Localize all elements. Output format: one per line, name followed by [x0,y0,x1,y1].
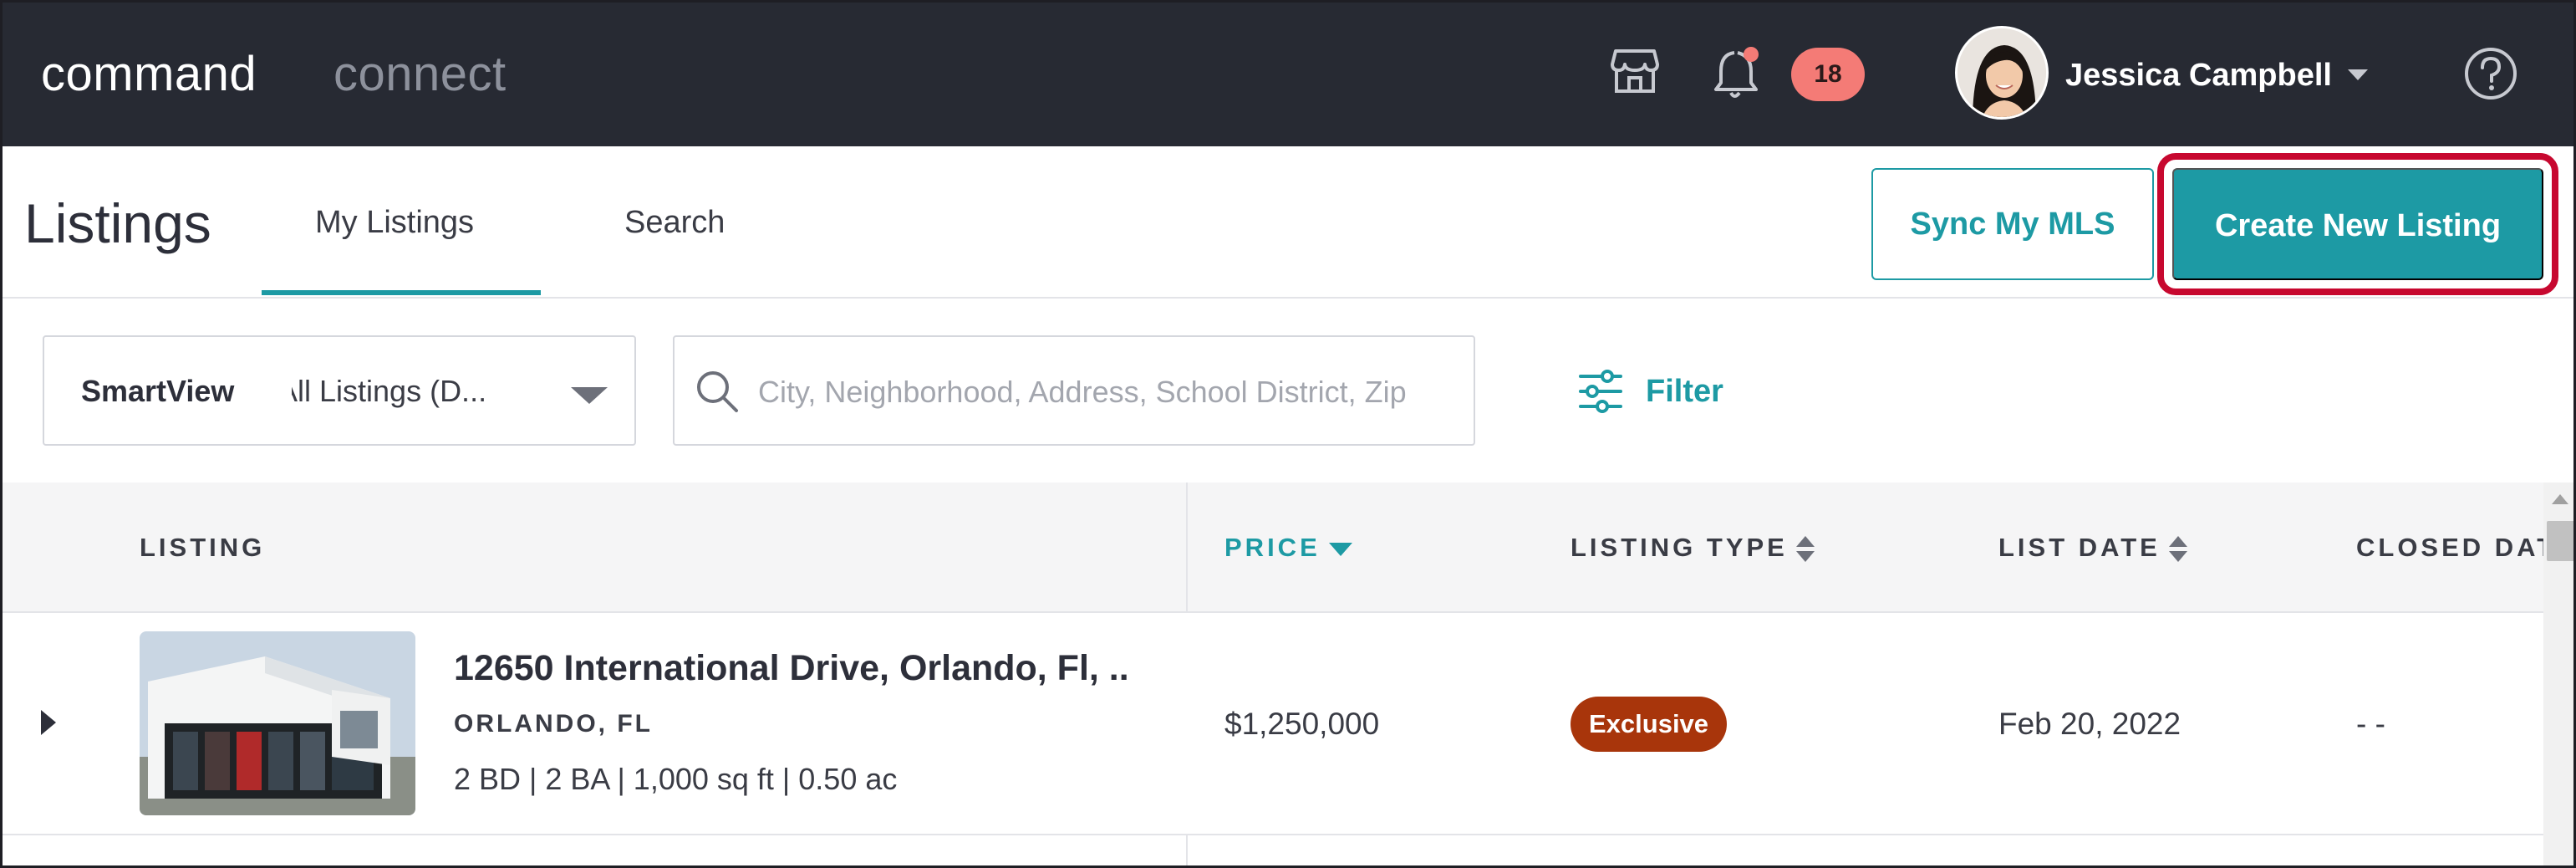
sort-icon[interactable] [1795,534,1815,564]
smartview-selected-text: All Listings (D... [292,374,487,408]
filter-button[interactable]: Filter [1577,364,1723,419]
search-icon [697,371,738,412]
table-row[interactable]: 12650 International Drive, Orlando, Fl, … [3,613,2543,835]
listing-price: $1,250,000 [1224,707,1380,741]
column-header-listing-type[interactable]: LISTING TYPE [1571,533,1815,564]
bell-icon[interactable] [1711,44,1764,101]
column-header-price[interactable]: PRICE [1224,533,1352,563]
listing-city: ORLANDO, FL [454,710,653,738]
active-tab-indicator [262,290,541,295]
app-window: command connect 18 Jessica Campbell List… [0,0,2576,868]
listing-list-date: Feb 20, 2022 [1998,707,2181,741]
search-input[interactable] [758,360,1474,424]
notification-count-badge[interactable]: 18 [1791,48,1865,101]
scrollbar-thumb[interactable] [2547,521,2573,561]
smartview-label: SmartView [81,374,235,408]
scroll-up-arrow-icon[interactable] [2552,494,2568,504]
column-header-listing: LISTING [140,533,266,562]
column-header-list-date-label: LIST DATE [1998,533,2161,562]
chevron-down-icon[interactable] [2348,69,2368,80]
tab-search[interactable]: Search [624,205,725,241]
top-navigation-bar: command connect 18 Jessica Campbell [3,3,2573,146]
create-new-listing-button[interactable]: Create New Listing [2172,168,2543,280]
chevron-down-icon[interactable] [571,387,608,404]
listing-type-badge: Exclusive [1571,697,1728,752]
page-title: Listings [24,192,211,254]
listing-photo [140,631,415,815]
listings-header: Listings My Listings Search Sync My MLS … [3,146,2573,299]
brand-command-link[interactable]: command [41,46,257,102]
avatar[interactable] [1955,26,2049,120]
brand-connect-link[interactable]: connect [333,46,507,102]
help-icon[interactable] [2463,46,2518,101]
table-header: LISTING PRICE LISTING TYPE LIST DATE CLO… [3,483,2573,613]
vertical-scrollbar[interactable] [2543,483,2573,865]
store-icon[interactable] [1609,44,1661,96]
expand-row-icon[interactable] [41,710,56,735]
sort-icon[interactable] [2168,534,2187,564]
smartview-dropdown[interactable]: SmartView All Listings (D... [43,335,636,446]
avatar-image [1957,28,2046,117]
sync-my-mls-button[interactable]: Sync My MLS [1871,168,2154,280]
user-name[interactable]: Jessica Campbell [2065,58,2332,94]
column-header-list-date[interactable]: LIST DATE [1998,533,2187,564]
column-header-price-label: PRICE [1224,533,1321,562]
listing-closed-date: - - [2356,707,2385,741]
filter-label: Filter [1646,373,1723,409]
tab-my-listings[interactable]: My Listings [315,205,474,241]
sort-descending-icon[interactable] [1328,542,1352,556]
listing-specs: 2 BD | 2 BA | 1,000 sq ft | 0.50 ac [454,762,898,796]
listing-address[interactable]: 12650 International Drive, Orlando, Fl, … [454,648,1129,689]
column-header-listing-type-label: LISTING TYPE [1571,533,1788,562]
filter-sliders-icon [1579,370,1622,413]
listing-thumbnail[interactable] [140,631,415,815]
smartview-selected-value: All Listings (D... [292,374,534,409]
search-field[interactable] [673,335,1475,446]
